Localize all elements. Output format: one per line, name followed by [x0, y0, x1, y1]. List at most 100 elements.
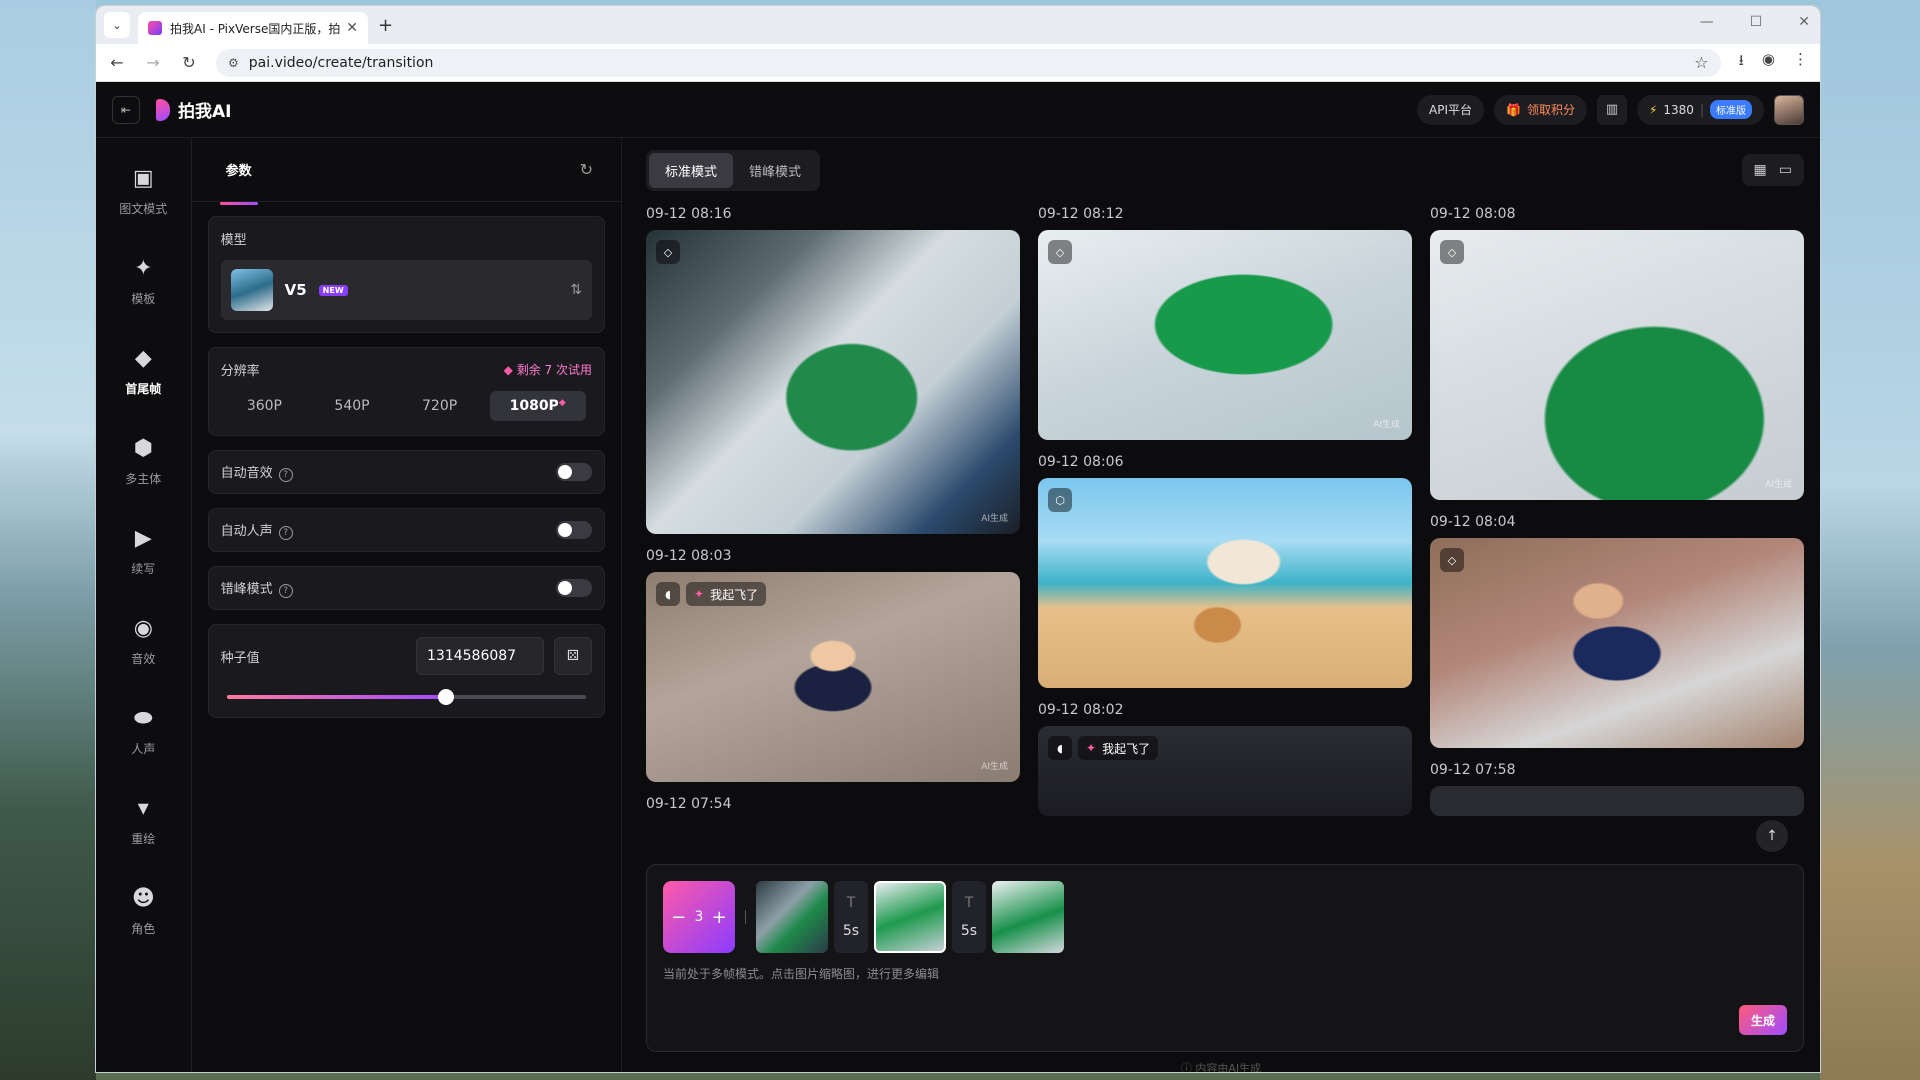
- logo-mark-icon: [156, 98, 170, 121]
- plan-badge: 标准版: [1710, 100, 1752, 119]
- minimize-icon[interactable]: —: [1700, 14, 1714, 30]
- video-card[interactable]: ◇ AI生成: [1038, 230, 1412, 440]
- nav-label: 音效: [131, 652, 156, 666]
- avatar[interactable]: [1774, 94, 1804, 125]
- browser-menu-icon[interactable]: ⋮: [1793, 50, 1808, 75]
- close-window-icon[interactable]: ✕: [1798, 14, 1810, 30]
- dice-icon[interactable]: ⚄: [554, 637, 592, 675]
- minus-icon[interactable]: −: [671, 907, 686, 928]
- prompt-hint: 当前处于多帧模式。点击图片缩略图，进行更多编辑: [663, 967, 940, 981]
- nav-template[interactable]: ✦ 模板: [96, 256, 191, 346]
- maximize-icon[interactable]: ☐: [1750, 14, 1763, 30]
- auto-sfx-toggle[interactable]: [556, 463, 592, 481]
- api-label: API平台: [1429, 103, 1472, 117]
- frame-count-stepper: − 3 +: [663, 881, 735, 953]
- plus-icon[interactable]: +: [712, 907, 727, 928]
- brush-icon: ▾: [137, 796, 149, 821]
- auto-voice-row: 自动人声?: [207, 508, 605, 552]
- claim-points-button[interactable]: 🎁 领取积分: [1494, 94, 1587, 125]
- url-text: pai.video/create/transition: [248, 54, 434, 71]
- auto-sfx-row: 自动音效?: [207, 450, 605, 494]
- video-card[interactable]: [1430, 786, 1804, 816]
- offpeak-toggle[interactable]: [556, 579, 592, 597]
- new-badge: NEW: [318, 284, 348, 296]
- logo-text: 拍我AI: [178, 102, 232, 122]
- seed-card: 种子值 ⚄: [207, 624, 605, 718]
- browser-window: ⌄ 拍我AI - PixVerse国内正版，拍 ✕ + — ☐ ✕ ← → ↻ …: [96, 6, 1820, 1072]
- nav-image-text[interactable]: ▣ 图文模式: [96, 166, 191, 256]
- nav-repaint[interactable]: ▾ 重绘: [96, 796, 191, 886]
- cube-icon: ⬡: [1048, 488, 1072, 512]
- video-card[interactable]: ⬡: [1038, 478, 1412, 688]
- res-option-540p[interactable]: 540P: [314, 391, 389, 421]
- auto-voice-toggle[interactable]: [556, 521, 592, 539]
- nav-first-last-frame[interactable]: ◆ 首尾帧: [96, 346, 191, 436]
- mode-offpeak-button[interactable]: 错峰模式: [733, 153, 817, 188]
- bookmark-star-icon[interactable]: ☆: [1694, 53, 1708, 72]
- ai-mark: AI生成: [981, 514, 1008, 524]
- layout-panel-icon[interactable]: ▥: [1596, 94, 1627, 125]
- model-label: 模型: [220, 233, 247, 248]
- timestamp: 09-12 08:04: [1430, 514, 1516, 530]
- nav-multi-subject[interactable]: ⬢ 多主体: [96, 436, 191, 526]
- new-tab-button[interactable]: +: [378, 15, 393, 36]
- browser-tab[interactable]: 拍我AI - PixVerse国内正版，拍 ✕: [138, 12, 368, 44]
- scroll-to-top-icon[interactable]: ↑: [1756, 820, 1788, 852]
- video-card[interactable]: ◇ AI生成: [646, 230, 1020, 534]
- settings-sliders-icon[interactable]: ⇅: [570, 282, 582, 298]
- model-card: 模型 V5 NEW ⇅: [207, 216, 605, 333]
- sound-tag-label: 我起飞了: [1102, 741, 1151, 756]
- help-icon[interactable]: ?: [278, 468, 293, 482]
- res-option-720p[interactable]: 720P: [402, 391, 477, 421]
- frame-thumbnail[interactable]: [992, 881, 1064, 953]
- model-name: V5: [284, 281, 307, 299]
- res-option-360p[interactable]: 360P: [227, 391, 302, 421]
- model-selector[interactable]: V5 NEW ⇅: [220, 260, 592, 320]
- forward-icon[interactable]: →: [144, 53, 162, 72]
- diamond-icon: ◇: [1048, 240, 1072, 264]
- reload-icon[interactable]: ↻: [180, 53, 198, 72]
- profile-icon[interactable]: ◉: [1762, 50, 1775, 75]
- resolution-card: 分辨率 ◆ 剩余 7 次试用 360P 540P 720P 1080P◆: [207, 347, 605, 436]
- seed-slider[interactable]: [226, 689, 586, 705]
- frame-thumbnail[interactable]: [756, 881, 828, 953]
- prompt-box: − 3 + T 5s T 5s 当前处于多帧模式。点击图片缩略图，进行更多编辑 …: [646, 864, 1804, 1052]
- frame-duration[interactable]: T 5s: [952, 881, 986, 953]
- timestamp: 09-12 08:03: [646, 548, 732, 564]
- help-icon[interactable]: ?: [278, 526, 293, 540]
- nav-voice[interactable]: ⬬ 人声: [96, 706, 191, 796]
- diamond-icon: ◇: [656, 240, 680, 264]
- frame-thumbnail[interactable]: [874, 881, 946, 953]
- video-card[interactable]: ◇ AI生成: [1430, 230, 1804, 500]
- tab-params[interactable]: 参数: [219, 154, 258, 205]
- close-tab-icon[interactable]: ✕: [346, 20, 358, 36]
- seed-input[interactable]: [416, 637, 544, 675]
- claim-points-label: 领取积分: [1526, 103, 1575, 117]
- download-icon[interactable]: ⭳: [1739, 50, 1744, 75]
- diamond-icon: ◇: [1440, 548, 1464, 572]
- reset-icon[interactable]: ↻: [580, 160, 593, 179]
- video-card[interactable]: ◇: [1430, 538, 1804, 748]
- window-controls: — ☐ ✕: [1700, 14, 1810, 30]
- nav-extend[interactable]: ▶ 续写: [96, 526, 191, 616]
- generate-button[interactable]: 生成: [1738, 1005, 1787, 1035]
- grid-view-icon[interactable]: ▦: [1754, 162, 1767, 178]
- back-icon[interactable]: ←: [108, 53, 126, 72]
- slider-handle[interactable]: [437, 689, 454, 705]
- url-field[interactable]: ⚙ pai.video/create/transition ☆: [216, 48, 1721, 77]
- list-view-icon[interactable]: ▭: [1779, 162, 1792, 178]
- nav-character[interactable]: ☻ 角色: [96, 886, 191, 976]
- credits-button[interactable]: ⚡ 1380 | 标准版: [1636, 94, 1764, 125]
- site-settings-icon[interactable]: ⚙: [228, 56, 239, 70]
- frame-duration[interactable]: T 5s: [834, 881, 868, 953]
- help-icon[interactable]: ?: [278, 584, 293, 598]
- exit-icon[interactable]: ⇤: [112, 95, 140, 124]
- res-option-1080p[interactable]: 1080P◆: [489, 391, 586, 421]
- video-card[interactable]: ◖ ✦ 我起飞了 AI生成: [646, 572, 1020, 782]
- tab-search-button[interactable]: ⌄: [104, 12, 130, 38]
- nav-sound-effect[interactable]: ◉ 音效: [96, 616, 191, 706]
- video-card[interactable]: ◖ ✦ 我起飞了: [1038, 726, 1412, 816]
- api-platform-button[interactable]: API平台: [1417, 94, 1484, 125]
- logo[interactable]: 拍我AI: [156, 97, 231, 122]
- mode-standard-button[interactable]: 标准模式: [649, 152, 734, 188]
